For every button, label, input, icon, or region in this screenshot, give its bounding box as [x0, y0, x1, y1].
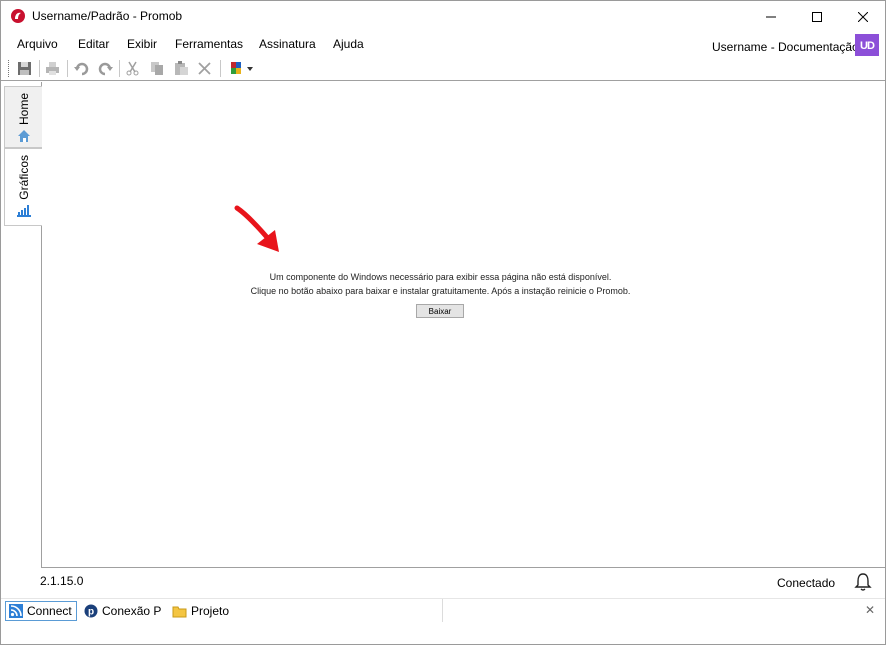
- menu-arquivo[interactable]: Arquivo: [17, 37, 58, 51]
- conexao-icon: p: [84, 604, 98, 618]
- connection-status: Conectado: [777, 576, 836, 590]
- tab-connect-label: Connect: [27, 604, 72, 618]
- menu-ajuda[interactable]: Ajuda: [333, 37, 364, 51]
- error-message-line2: Clique no botão abaixo para baixar e ins…: [250, 286, 631, 296]
- red-arrow-icon: [234, 205, 279, 252]
- toolbar-separator: [119, 60, 120, 77]
- bottom-separator: [442, 599, 443, 623]
- menu-assinatura[interactable]: Assinatura: [259, 37, 316, 51]
- save-icon[interactable]: [16, 60, 33, 77]
- minimize-button[interactable]: [748, 1, 794, 32]
- error-message-line1: Um componente do Windows necessário para…: [269, 272, 612, 282]
- maximize-button[interactable]: [794, 1, 840, 32]
- tab-conexao-label: Conexão P: [102, 604, 162, 618]
- paste-icon[interactable]: [173, 60, 190, 77]
- svg-text:p: p: [88, 607, 94, 618]
- user-label[interactable]: Username - Documentação: [712, 40, 859, 54]
- tab-conexao-p[interactable]: p Conexão P: [81, 601, 164, 621]
- tab-home-label: Home: [16, 93, 31, 126]
- rss-icon: [9, 604, 23, 618]
- panel-close-button[interactable]: ✕: [865, 603, 875, 617]
- avatar[interactable]: UD: [855, 34, 879, 58]
- version-label: 2.1.15.0: [40, 574, 84, 588]
- tab-projeto-label: Projeto: [191, 604, 230, 618]
- side-tabs: Home Gráficos: [1, 82, 42, 568]
- close-button[interactable]: [840, 1, 886, 32]
- toolbar: [1, 56, 885, 81]
- toolbar-separator: [67, 60, 68, 77]
- menu-exibir[interactable]: Exibir: [127, 37, 157, 51]
- notification-bell-icon[interactable]: [853, 572, 873, 595]
- redo-icon[interactable]: [97, 60, 114, 77]
- footer-strip: [1, 622, 885, 644]
- menu-bar: Arquivo Editar Exibir Ferramentas Assina…: [1, 32, 885, 56]
- menu-ferramentas[interactable]: Ferramentas: [175, 37, 243, 51]
- status-bar: 2.1.15.0 Conectado: [1, 569, 885, 597]
- promob-logo-icon: [11, 9, 25, 23]
- tab-graficos[interactable]: Gráficos: [4, 148, 42, 226]
- toolbar-separator: [220, 60, 221, 77]
- toolbar-separator: [39, 60, 40, 77]
- tab-home[interactable]: Home: [4, 86, 42, 148]
- delete-icon[interactable]: [196, 60, 213, 77]
- bar-chart-icon: [16, 204, 32, 221]
- home-icon: [17, 129, 31, 146]
- toolbar-grip[interactable]: [8, 60, 10, 77]
- content-area: Um componente do Windows necessário para…: [42, 82, 885, 568]
- cut-icon[interactable]: [124, 60, 141, 77]
- bottom-tab-bar: Connect p Conexão P Projeto ✕: [1, 598, 885, 623]
- title-bar: Username/Padrão - Promob: [1, 1, 885, 32]
- download-button[interactable]: Baixar: [416, 304, 464, 318]
- tab-graficos-label: Gráficos: [16, 155, 31, 200]
- folder-icon: [172, 605, 187, 618]
- tab-connect[interactable]: Connect: [5, 601, 77, 621]
- app-window: Username/Padrão - Promob Arquivo Editar …: [0, 0, 886, 645]
- print-icon[interactable]: [44, 60, 61, 77]
- menu-editar[interactable]: Editar: [78, 37, 109, 51]
- window-title: Username/Padrão - Promob: [32, 9, 183, 23]
- tab-projeto[interactable]: Projeto: [169, 601, 232, 621]
- palette-icon[interactable]: [229, 60, 255, 77]
- undo-icon[interactable]: [73, 60, 90, 77]
- copy-icon[interactable]: [149, 60, 166, 77]
